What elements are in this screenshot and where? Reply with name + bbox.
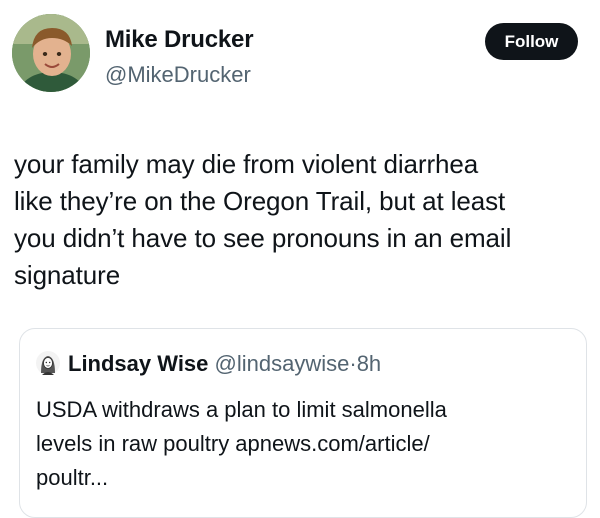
quote-tweet-card[interactable]: Lindsay Wise @lindsaywise·8h USDA withdr… bbox=[19, 328, 587, 518]
follow-button[interactable]: Follow bbox=[485, 23, 578, 60]
woman-sketch-avatar-icon bbox=[36, 351, 60, 375]
quote-timestamp[interactable]: 8h bbox=[357, 351, 381, 376]
quote-text-line: poultr... bbox=[36, 465, 109, 490]
quote-author-avatar[interactable] bbox=[36, 351, 60, 375]
tweet-text-line: signature bbox=[14, 260, 121, 290]
quote-text: USDA withdraws a plan to limit salmonell… bbox=[36, 393, 576, 495]
author-handle[interactable]: @MikeDrucker bbox=[105, 62, 251, 88]
quote-text-line: USDA withdraws a plan to limit salmonell… bbox=[36, 397, 447, 422]
tweet-text-line: you didn’t have to see pronouns in an em… bbox=[14, 223, 512, 253]
tweet: Mike Drucker @MikeDrucker Follow your fa… bbox=[0, 0, 600, 518]
child-photo-avatar-icon bbox=[12, 14, 90, 92]
tweet-text-line: like they’re on the Oregon Trail, but at… bbox=[14, 186, 506, 216]
tweet-text-line: your family may die from violent diarrhe… bbox=[14, 149, 479, 179]
author-name[interactable]: Mike Drucker bbox=[105, 26, 254, 54]
quote-text-line: levels in raw poultry apnews.com/article… bbox=[36, 431, 430, 456]
tweet-text: your family may die from violent diarrhe… bbox=[14, 146, 589, 294]
quote-author-handle[interactable]: @lindsaywise bbox=[215, 351, 350, 376]
author-avatar[interactable] bbox=[12, 14, 90, 92]
quote-separator: · bbox=[349, 351, 357, 376]
quote-header: Lindsay Wise @lindsaywise·8h bbox=[68, 351, 381, 377]
quote-author-name[interactable]: Lindsay Wise bbox=[68, 351, 208, 376]
